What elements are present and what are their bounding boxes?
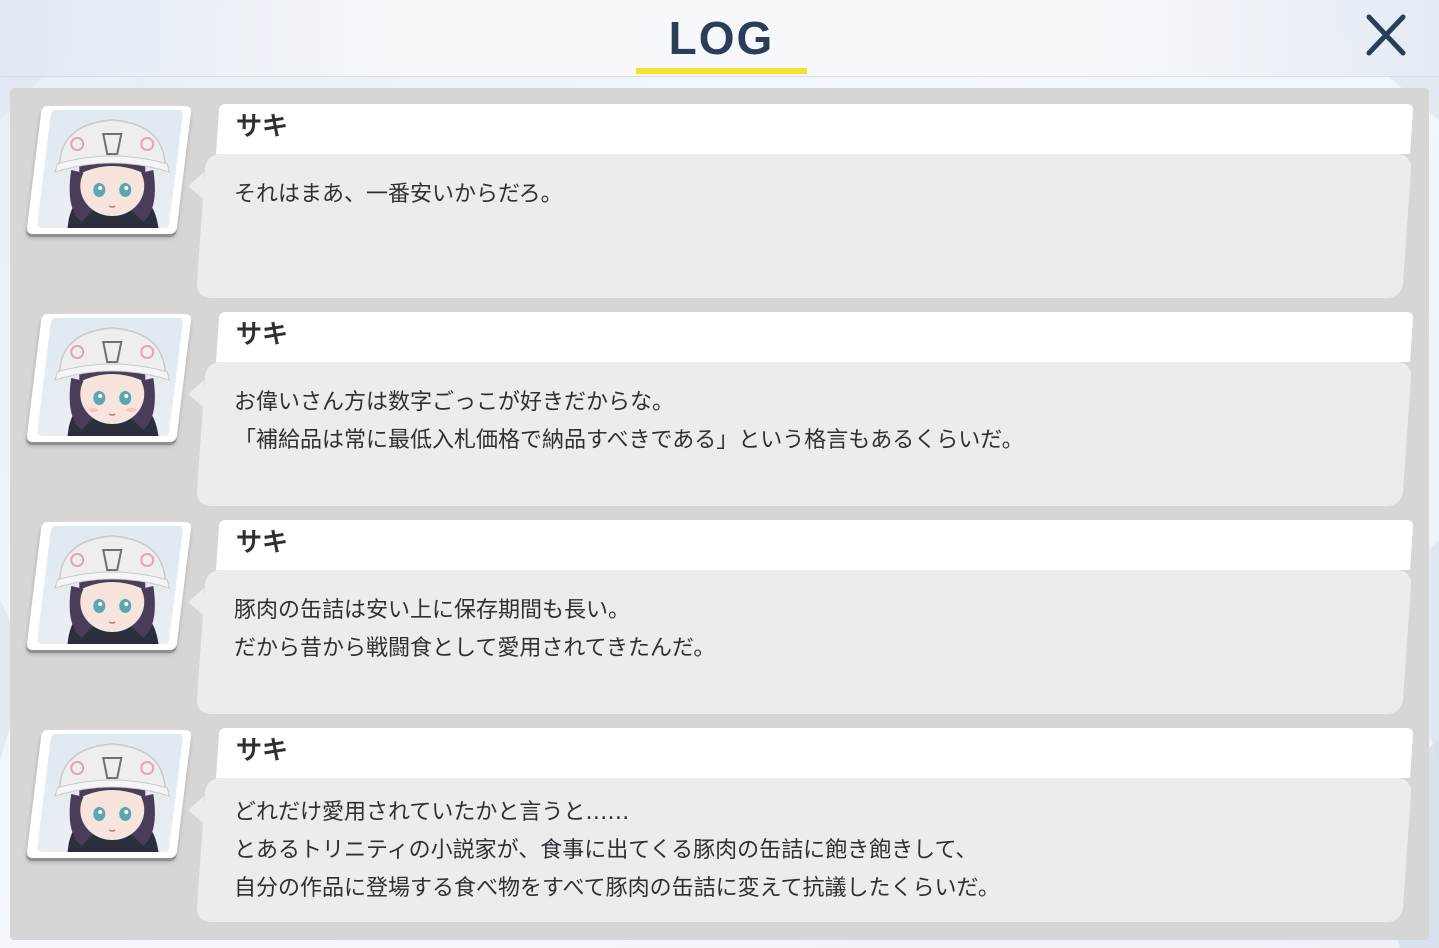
speaker-name: サキ <box>236 112 289 142</box>
character-avatar[interactable] <box>26 314 192 442</box>
dialogue-text: それはまあ、一番安いからだろ。 <box>234 176 1374 214</box>
dialogue-line: 豚肉の缶詰は安い上に保存期間も長い。 <box>234 598 631 623</box>
speaker-name-bar <box>216 312 1414 362</box>
dialogue-line: それはまあ、一番安いからだろ。 <box>234 182 563 207</box>
log-entry: サキ お偉いさん方は数字ごっこが好きだからな。 「補給品は常に最低入札価格で納品… <box>10 300 1429 506</box>
dialogue-line: 「補給品は常に最低入札価格で納品すべきである」という格言もあるくらいだ。 <box>234 428 1024 453</box>
bubble-tail <box>188 588 204 616</box>
log-entry: サキ どれだけ愛用されていたかと言うと…… とあるトリニティの小説家が、食事に出… <box>10 716 1429 922</box>
dialogue-line: どれだけ愛用されていたかと言うと…… <box>234 800 630 825</box>
dialogue-line: とあるトリニティの小説家が、食事に出てくる豚肉の缶詰に飽き飽きして、 <box>234 838 978 863</box>
bubble-tail <box>188 380 204 408</box>
speaker-name: サキ <box>236 736 289 766</box>
log-panel[interactable]: サキ それはまあ、一番安いからだろ。 サキ お偉いさん方は数字ごっこが好きだから… <box>10 88 1429 940</box>
character-avatar[interactable] <box>26 522 192 650</box>
close-button[interactable] <box>1362 12 1410 60</box>
character-avatar[interactable] <box>26 106 192 234</box>
title-underline <box>636 68 807 74</box>
speaker-name-bar <box>216 104 1414 154</box>
speaker-name: サキ <box>236 528 289 558</box>
speaker-name-bar <box>216 728 1414 778</box>
close-icon <box>1366 14 1406 56</box>
dialogue-text: 豚肉の缶詰は安い上に保存期間も長い。 だから昔から戦闘食として愛用されてきたんだ… <box>234 592 1374 668</box>
character-avatar[interactable] <box>26 730 192 858</box>
character-portrait-icon <box>36 734 184 852</box>
log-entry: サキ それはまあ、一番安いからだろ。 <box>10 92 1429 298</box>
log-header: LOG <box>0 0 1439 77</box>
speaker-name-bar <box>216 520 1414 570</box>
bubble-tail <box>188 796 204 824</box>
dialogue-line: お偉いさん方は数字ごっこが好きだからな。 <box>234 390 675 415</box>
log-title: LOG <box>668 12 775 64</box>
dialogue-line: だから昔から戦闘食として愛用されてきたんだ。 <box>234 636 716 661</box>
log-entry: サキ 豚肉の缶詰は安い上に保存期間も長い。 だから昔から戦闘食として愛用されてき… <box>10 508 1429 714</box>
dialogue-line: 自分の作品に登場する食べ物をすべて豚肉の缶詰に変えて抗議したくらいだ。 <box>234 876 1000 901</box>
character-portrait-icon <box>36 110 184 228</box>
bubble-tail <box>188 172 204 200</box>
speaker-name: サキ <box>236 320 289 350</box>
character-portrait-icon <box>36 318 184 436</box>
character-portrait-icon <box>36 526 184 644</box>
dialogue-text: どれだけ愛用されていたかと言うと…… とあるトリニティの小説家が、食事に出てくる… <box>234 794 1374 908</box>
dialogue-text: お偉いさん方は数字ごっこが好きだからな。 「補給品は常に最低入札価格で納品すべき… <box>234 384 1374 460</box>
